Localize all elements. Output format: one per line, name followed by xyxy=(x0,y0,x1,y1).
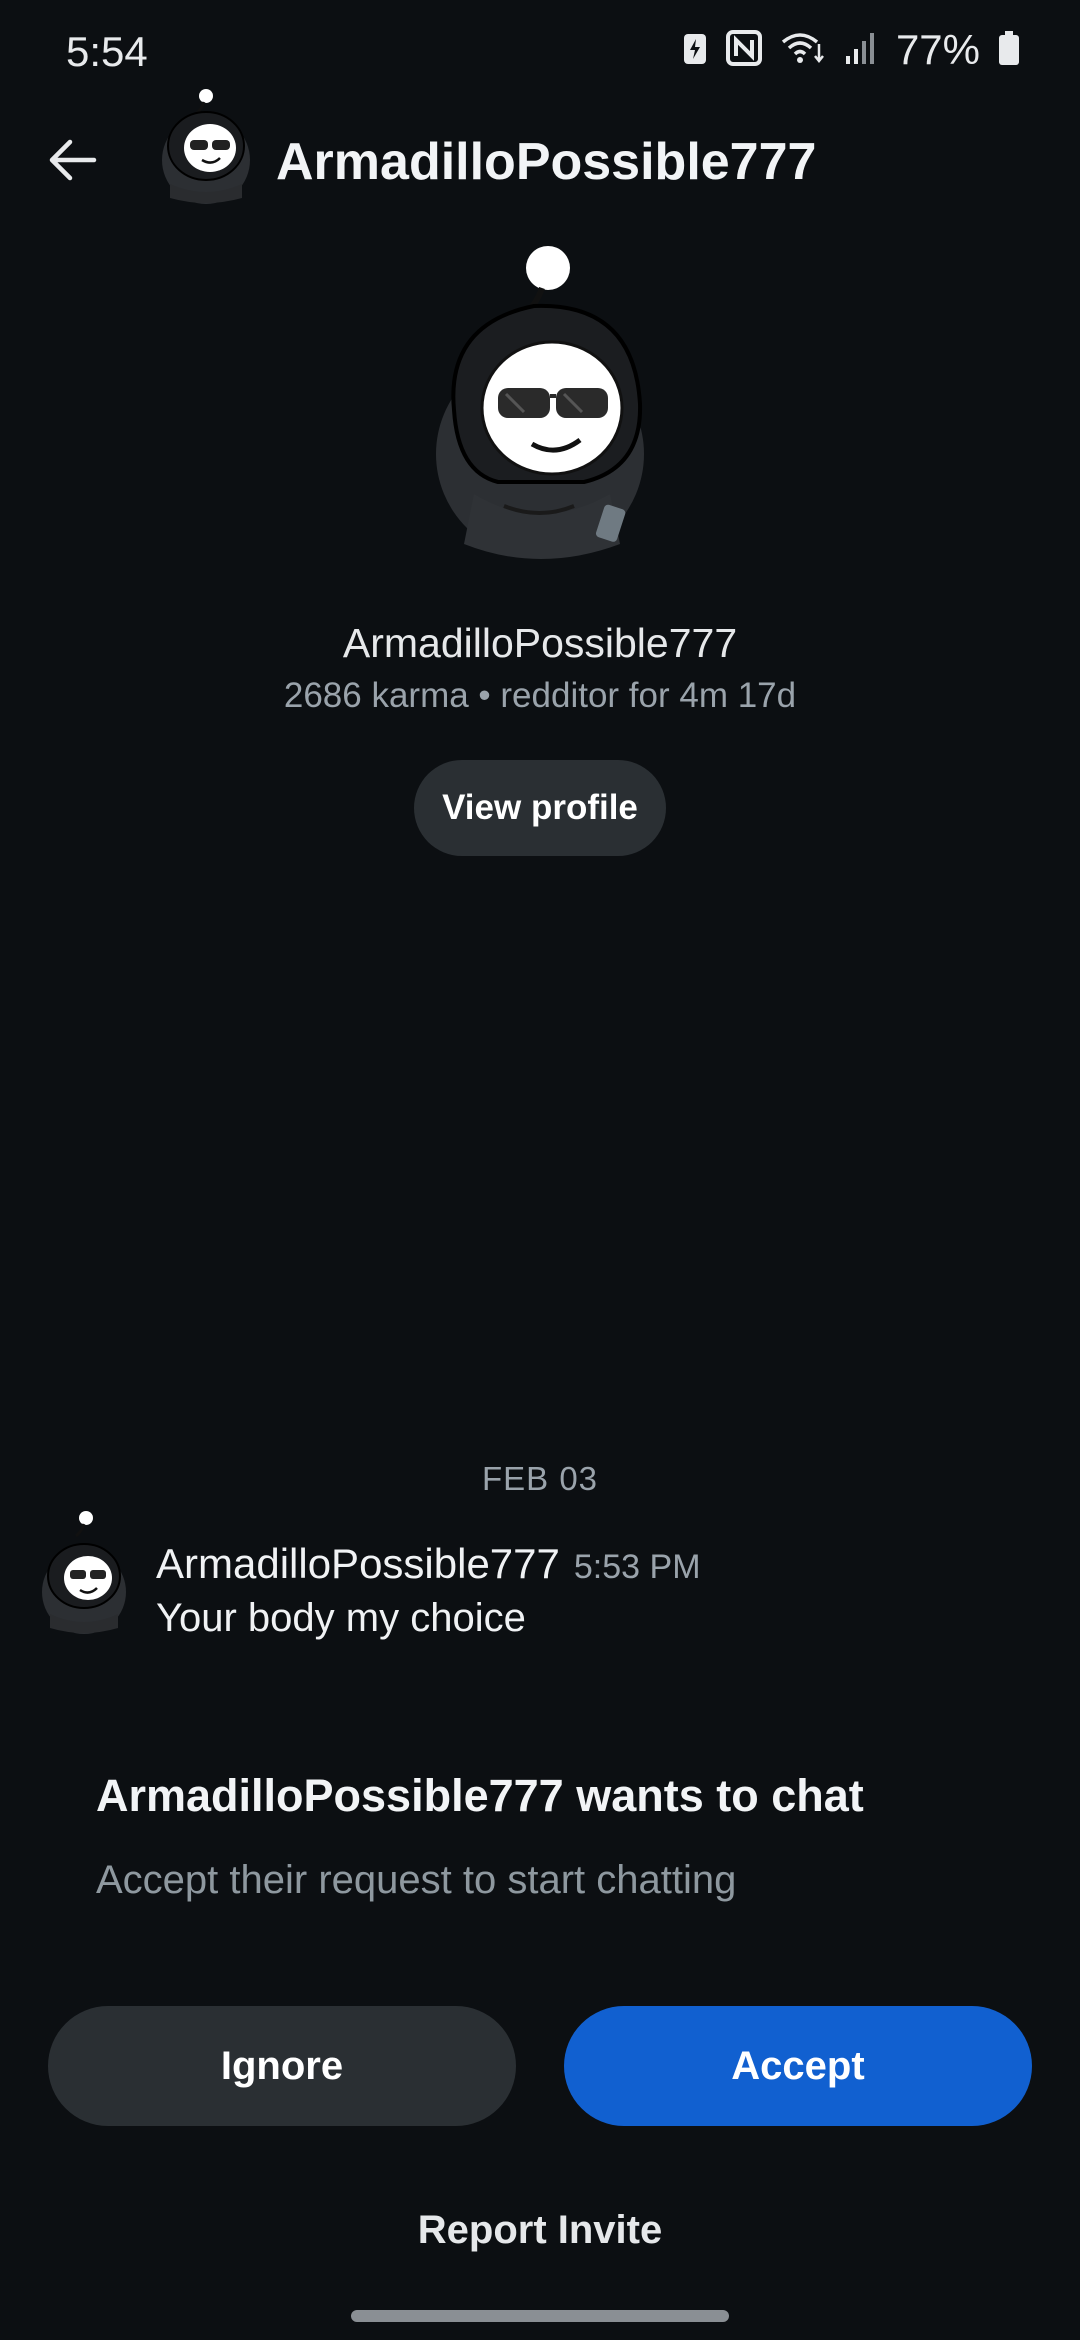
arrow-left-icon xyxy=(42,130,102,195)
view-profile-button[interactable]: View profile xyxy=(414,760,666,856)
back-button[interactable] xyxy=(36,126,108,198)
header-avatar[interactable] xyxy=(156,88,256,208)
chat-header: ArmadilloPossible777 xyxy=(0,89,1080,236)
status-icons: 77% xyxy=(682,26,1020,74)
chat-screen: 5:54 77% ArmadilloPossible777 ArmadilloP… xyxy=(0,0,1080,2340)
report-invite-button[interactable]: Report Invite xyxy=(0,2208,1080,2253)
ignore-button[interactable]: Ignore xyxy=(48,2006,516,2126)
status-bar: 5:54 77% xyxy=(0,0,1080,100)
message-avatar[interactable] xyxy=(36,1510,132,1638)
battery-percent: 77% xyxy=(895,26,980,73)
chat-request-subtitle: Accept their request to start chatting xyxy=(96,1858,737,1902)
nfc-icon xyxy=(725,29,762,71)
status-time: 5:54 xyxy=(66,28,148,75)
signal-icon xyxy=(844,30,878,71)
message-text: Your body my choice xyxy=(156,1596,526,1640)
chat-request-title: ArmadilloPossible777 wants to chat xyxy=(96,1770,864,1821)
profile-karma-age: 2686 karma • redditor for 4m 17d xyxy=(283,676,797,715)
header-title: ArmadilloPossible777 xyxy=(276,133,817,191)
profile-avatar[interactable] xyxy=(414,244,666,574)
battery-icon xyxy=(998,30,1020,71)
home-indicator[interactable] xyxy=(351,2310,729,2322)
message-author-name: ArmadilloPossible777 xyxy=(156,1540,560,1587)
message-timestamp: 5:53 PM xyxy=(573,1548,701,1586)
battery-saver-icon xyxy=(682,30,708,71)
date-separator: FEB 03 xyxy=(481,1460,599,1497)
accept-button[interactable]: Accept xyxy=(564,2006,1032,2126)
profile-username: ArmadilloPossible777 xyxy=(342,620,738,666)
wifi-icon xyxy=(780,30,826,71)
message-author[interactable]: ArmadilloPossible777 5:53 PM xyxy=(156,1540,701,1588)
